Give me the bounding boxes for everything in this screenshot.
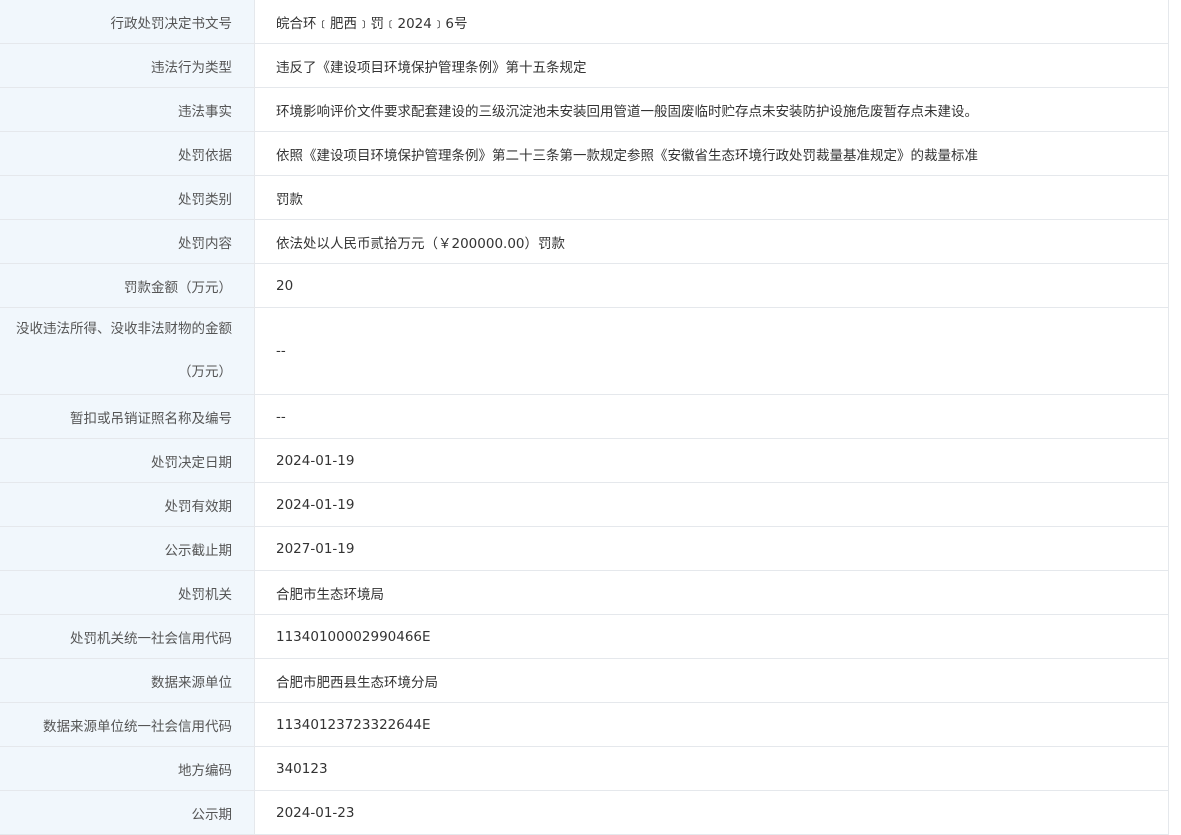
label-violation-type: 违法行为类型 (0, 44, 255, 87)
value-penalty-content: 依法处以人民币贰拾万元（￥200000.00）罚款 (276, 235, 566, 252)
value-local-code: 340123 (276, 760, 328, 777)
label-penalty-content: 处罚内容 (0, 220, 255, 263)
row-data-source-unit: 数据来源单位 合肥市肥西县生态环境分局 (0, 659, 1168, 703)
label-valid-period: 处罚有效期 (0, 483, 255, 526)
row-valid-period: 处罚有效期 2024-01-19 (0, 483, 1168, 527)
row-publicity-deadline: 公示截止期 2027-01-19 (0, 527, 1168, 571)
label-confiscation-amount: 没收违法所得、没收非法财物的金额（万元） (0, 308, 255, 394)
label-penalty-authority: 处罚机关 (0, 571, 255, 614)
row-confiscation-amount: 没收违法所得、没收非法财物的金额（万元） -- (0, 308, 1168, 395)
row-document-number: 行政处罚决定书文号 皖合环﹝肥西﹞罚﹝2024﹞6号 (0, 0, 1168, 44)
label-license-revocation: 暂扣或吊销证照名称及编号 (0, 395, 255, 438)
row-violation-type: 违法行为类型 违反了《建设项目环境保护管理条例》第十五条规定 (0, 44, 1168, 88)
label-local-code: 地方编码 (0, 747, 255, 790)
row-source-credit-code: 数据来源单位统一社会信用代码 11340123723322644E (0, 703, 1168, 747)
label-penalty-basis: 处罚依据 (0, 132, 255, 175)
value-violation-type: 违反了《建设项目环境保护管理条例》第十五条规定 (276, 59, 587, 76)
label-decision-date: 处罚决定日期 (0, 439, 255, 482)
row-decision-date: 处罚决定日期 2024-01-19 (0, 439, 1168, 483)
row-penalty-authority: 处罚机关 合肥市生态环境局 (0, 571, 1168, 615)
label-fine-amount: 罚款金额（万元） (0, 264, 255, 307)
value-fine-amount: 20 (276, 277, 294, 294)
label-document-number: 行政处罚决定书文号 (0, 0, 255, 43)
value-penalty-basis: 依照《建设项目环境保护管理条例》第二十三条第一款规定参照《安徽省生态环境行政处罚… (276, 147, 978, 164)
label-penalty-category: 处罚类别 (0, 176, 255, 219)
label-source-credit-code: 数据来源单位统一社会信用代码 (0, 703, 255, 746)
label-authority-credit-code: 处罚机关统一社会信用代码 (0, 615, 255, 658)
value-license-revocation: -- (276, 408, 286, 425)
value-source-credit-code: 11340123723322644E (276, 716, 431, 733)
value-confiscation-amount: -- (276, 343, 286, 359)
value-data-source-unit: 合肥市肥西县生态环境分局 (276, 674, 438, 691)
value-penalty-category: 罚款 (276, 191, 303, 208)
value-decision-date: 2024-01-19 (276, 452, 355, 469)
row-authority-credit-code: 处罚机关统一社会信用代码 11340100002990466E (0, 615, 1168, 659)
row-penalty-category: 处罚类别 罚款 (0, 176, 1168, 220)
penalty-detail-table: 行政处罚决定书文号 皖合环﹝肥西﹞罚﹝2024﹞6号 违法行为类型 违反了《建设… (0, 0, 1169, 835)
row-publicity-period: 公示期 2024-01-23 (0, 791, 1168, 835)
row-local-code: 地方编码 340123 (0, 747, 1168, 791)
value-document-number: 皖合环﹝肥西﹞罚﹝2024﹞6号 (276, 15, 468, 32)
value-valid-period: 2024-01-19 (276, 496, 355, 513)
value-publicity-period: 2024-01-23 (276, 804, 355, 821)
label-data-source-unit: 数据来源单位 (0, 659, 255, 702)
row-license-revocation: 暂扣或吊销证照名称及编号 -- (0, 395, 1168, 439)
label-publicity-deadline: 公示截止期 (0, 527, 255, 570)
row-fine-amount: 罚款金额（万元） 20 (0, 264, 1168, 308)
row-penalty-basis: 处罚依据 依照《建设项目环境保护管理条例》第二十三条第一款规定参照《安徽省生态环… (0, 132, 1168, 176)
row-penalty-content: 处罚内容 依法处以人民币贰拾万元（￥200000.00）罚款 (0, 220, 1168, 264)
value-authority-credit-code: 11340100002990466E (276, 628, 431, 645)
label-violation-facts: 违法事实 (0, 88, 255, 131)
value-penalty-authority: 合肥市生态环境局 (276, 586, 384, 603)
value-violation-facts: 环境影响评价文件要求配套建设的三级沉淀池未安装回用管道一般固废临时贮存点未安装防… (276, 103, 978, 120)
label-publicity-period: 公示期 (0, 791, 255, 834)
value-publicity-deadline: 2027-01-19 (276, 540, 355, 557)
row-violation-facts: 违法事实 环境影响评价文件要求配套建设的三级沉淀池未安装回用管道一般固废临时贮存… (0, 88, 1168, 132)
